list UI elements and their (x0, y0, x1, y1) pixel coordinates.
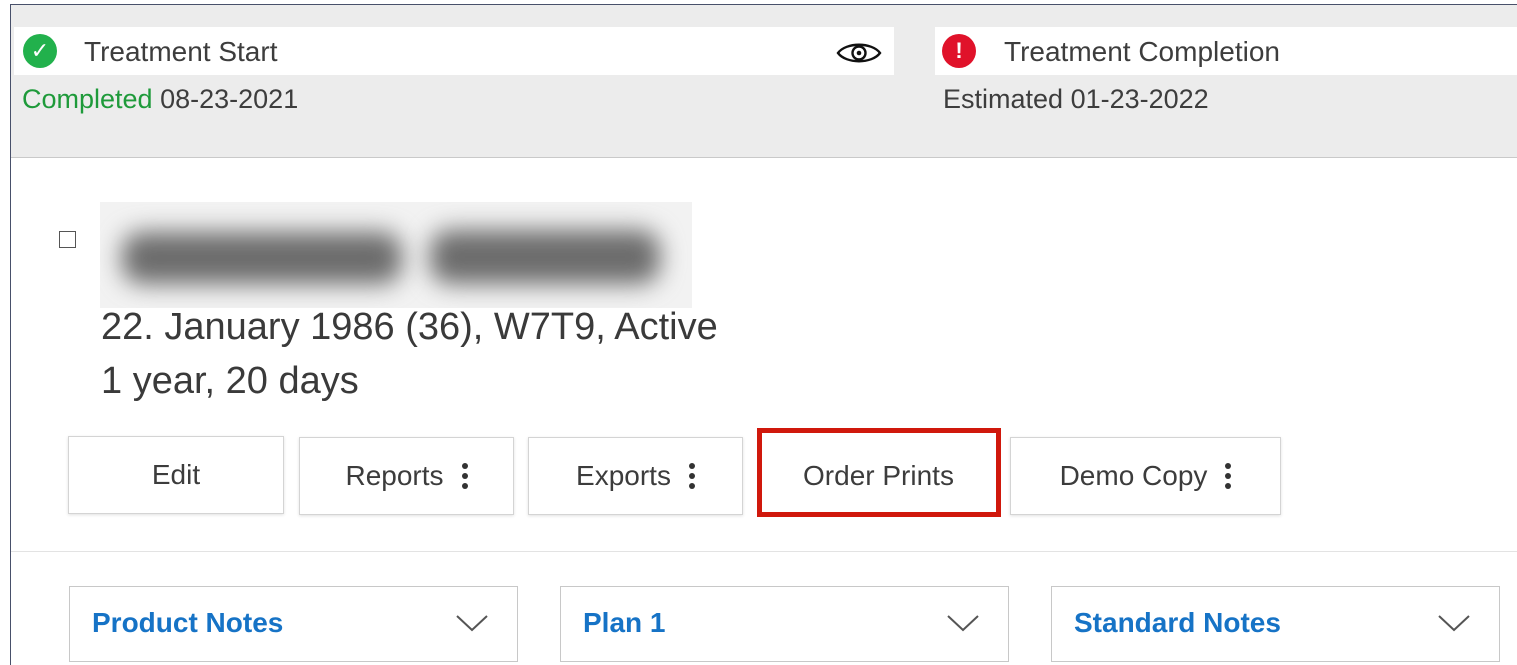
completion-date: 01-23-2022 (1070, 84, 1209, 114)
exports-button[interactable]: Exports (528, 437, 743, 515)
more-vertical-icon (688, 463, 695, 489)
check-icon: ✓ (23, 34, 57, 68)
treatment-start-title: Treatment Start (84, 36, 278, 67)
order-prints-highlight (757, 428, 1001, 517)
plan-dropdown[interactable]: Plan 1 (560, 586, 1009, 662)
section-divider (11, 551, 1517, 552)
chevron-down-icon (947, 615, 979, 632)
product-notes-label: Product Notes (92, 607, 284, 638)
eye-icon[interactable] (836, 39, 882, 67)
start-status-label: Completed (22, 84, 153, 114)
chevron-down-icon (456, 615, 488, 632)
treatment-completion-status: Estimated 01-23-2022 (943, 84, 1209, 115)
chevron-down-icon (1438, 615, 1470, 632)
completion-status-label: Estimated (943, 84, 1064, 114)
edit-button-label: Edit (151, 459, 201, 490)
plan-label: Plan 1 (583, 607, 666, 638)
treatment-start-status: Completed 08-23-2021 (22, 84, 298, 115)
start-date: 08-23-2021 (160, 84, 299, 114)
exclamation-icon: ! (942, 34, 976, 68)
product-notes-dropdown[interactable]: Product Notes (69, 586, 518, 662)
patient-details: 22. January 1986 (36), W7T9, Active (101, 306, 718, 348)
more-vertical-icon (461, 463, 468, 489)
edit-button[interactable]: Edit (68, 436, 284, 514)
treatment-completion-title: Treatment Completion (1004, 36, 1280, 67)
patient-name-redacted (100, 202, 692, 308)
demo-copy-button[interactable]: Demo Copy (1010, 437, 1281, 515)
standard-notes-label: Standard Notes (1074, 607, 1281, 638)
patient-select-checkbox[interactable] (59, 231, 76, 248)
demo-copy-button-label: Demo Copy (1059, 460, 1208, 491)
reports-button[interactable]: Reports (299, 437, 514, 515)
exports-button-label: Exports (576, 460, 671, 491)
standard-notes-dropdown[interactable]: Standard Notes (1051, 586, 1500, 662)
reports-button-label: Reports (345, 460, 444, 491)
more-vertical-icon (1225, 463, 1232, 489)
patient-treatment-duration: 1 year, 20 days (101, 360, 359, 402)
